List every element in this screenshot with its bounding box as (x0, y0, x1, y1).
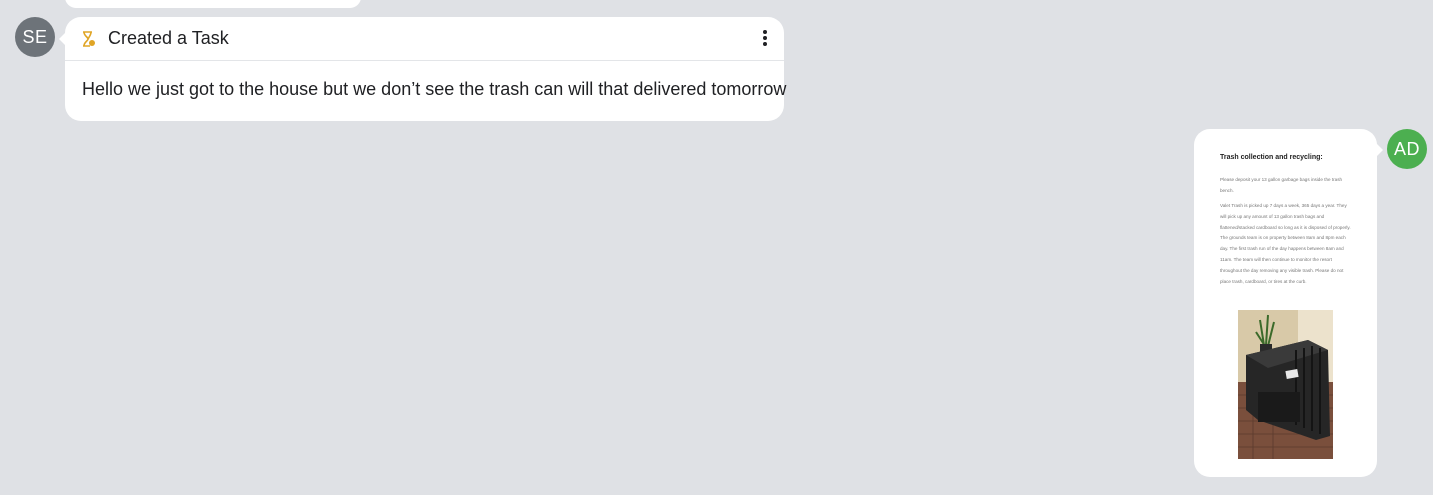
document-title: Trash collection and recycling: (1220, 154, 1323, 161)
task-message-card[interactable]: Created a Task Hello we just got to the … (59, 17, 787, 121)
task-title: Created a Task (108, 28, 229, 48)
more-vertical-icon[interactable] (760, 29, 770, 49)
document-image-message[interactable]: Trash collection and recycling: Please d… (1194, 129, 1383, 477)
sender-avatar[interactable]: SE (15, 17, 55, 57)
task-message-text: Hello we just got to the house but we do… (82, 79, 787, 99)
document-paragraph: Please deposit your 13 gallon garbage ba… (1220, 177, 1343, 193)
previous-message-bubble (65, 0, 361, 8)
task-card-header: Created a Task (65, 17, 784, 61)
task-hourglass-icon (83, 31, 95, 47)
recipient-avatar[interactable]: AD (1387, 129, 1427, 169)
trash-bench-photo (1238, 310, 1333, 459)
document-paragraph: Valet Trash is picked up 7 days a week, … (1220, 203, 1351, 284)
